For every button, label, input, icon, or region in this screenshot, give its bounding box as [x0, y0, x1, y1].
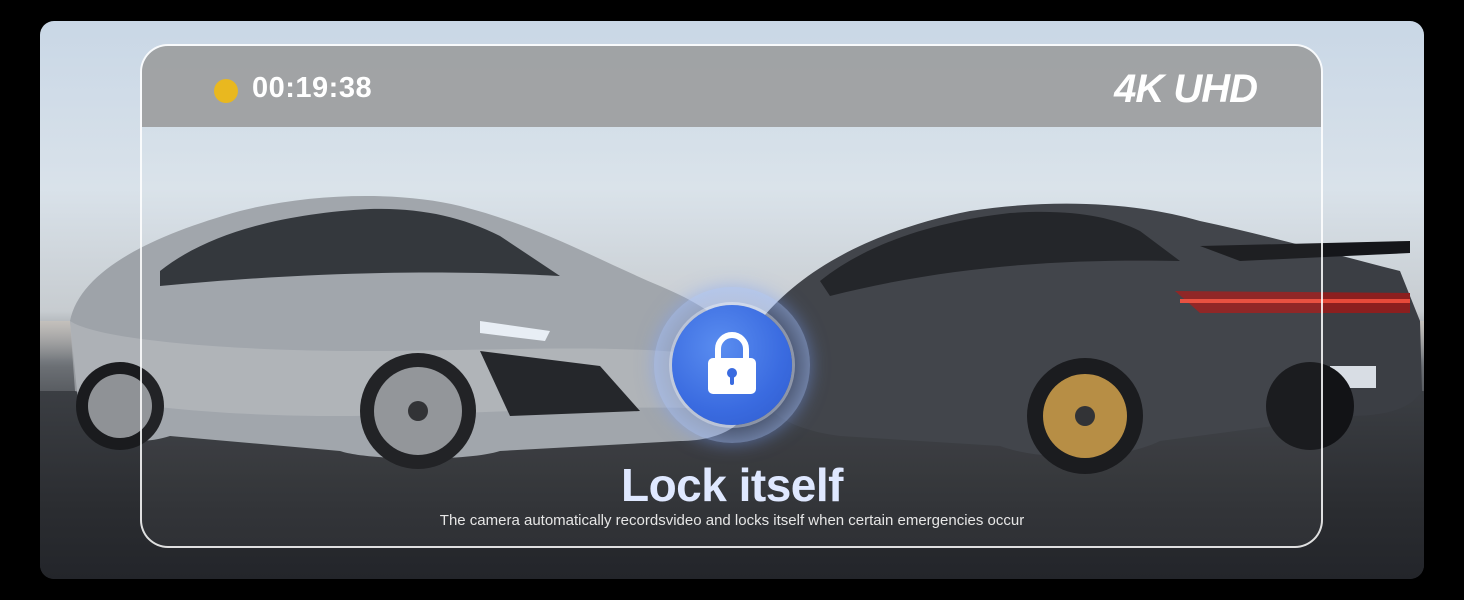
feature-title: Lock itself: [620, 459, 844, 511]
lock-badge: [654, 287, 810, 443]
lock-icon: [708, 332, 756, 394]
recording-indicator-dot: [214, 79, 238, 103]
resolution-label: 4K UHD: [1114, 67, 1258, 111]
feature-description: The camera automatically recordsvideo an…: [439, 512, 1025, 529]
recording-status-bar: 00:19:38 4K UHD: [142, 46, 1321, 127]
recording-timer: 00:19:38: [252, 72, 373, 104]
